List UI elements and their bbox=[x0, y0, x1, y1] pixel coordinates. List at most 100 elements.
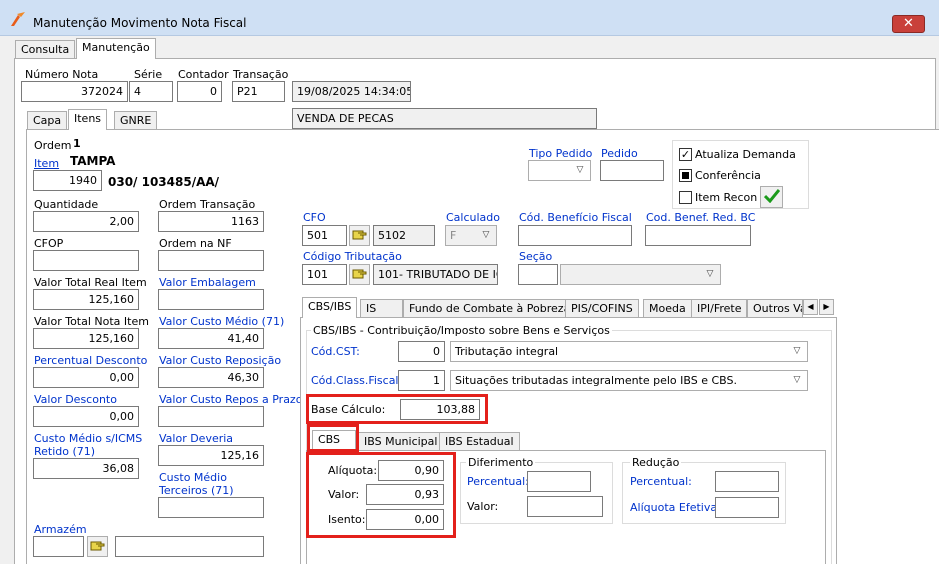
valor-custo-medio-field[interactable]: 41,40 bbox=[158, 328, 264, 349]
armazem-lookup-button[interactable] bbox=[87, 536, 108, 557]
cfo-label: CFO bbox=[303, 211, 326, 224]
close-button[interactable]: ✕ bbox=[892, 15, 925, 33]
atualiza-demanda-label: Atualiza Demanda bbox=[695, 148, 796, 161]
tab-consulta[interactable]: Consulta bbox=[15, 40, 76, 59]
ordem-transacao-label: Ordem Transação bbox=[159, 198, 256, 211]
cod-class-label: Cód.Class.Fiscal: bbox=[311, 374, 403, 387]
tab-is[interactable]: IS bbox=[360, 299, 403, 318]
serie-field[interactable]: 4 bbox=[129, 81, 173, 102]
hand-pointer-icon bbox=[90, 539, 105, 555]
valor-custo-reposicao-label: Valor Custo Reposição bbox=[159, 354, 282, 367]
chevron-down-icon: ▽ bbox=[482, 230, 490, 240]
cod-class-select[interactable]: Situações tributadas integralmente pelo … bbox=[450, 370, 808, 391]
valor-total-nota-label: Valor Total Nota Item bbox=[34, 315, 149, 328]
tipo-pedido-select[interactable]: ▽ bbox=[528, 160, 591, 181]
valor-custo-reposicao-field[interactable]: 46,30 bbox=[158, 367, 264, 388]
codigo-tributacao-label: Código Tributação bbox=[303, 250, 402, 263]
tab-pis-cofins[interactable]: PIS/COFINS bbox=[565, 299, 639, 318]
armazem-desc-field[interactable] bbox=[115, 536, 264, 557]
transacao-field[interactable]: P21 bbox=[232, 81, 285, 102]
dif-valor-field[interactable] bbox=[527, 496, 603, 517]
secao-field[interactable] bbox=[518, 264, 558, 285]
tab-manutencao[interactable]: Manutenção bbox=[76, 38, 156, 59]
quantidade-field[interactable]: 2,00 bbox=[33, 211, 139, 232]
ordem-nf-field[interactable] bbox=[158, 250, 264, 271]
custo-medio-terceiros-label-1: Custo Médio bbox=[159, 471, 227, 484]
chevron-right-icon: ▶ bbox=[823, 302, 830, 311]
red-percentual-field[interactable] bbox=[715, 471, 779, 492]
custo-medio-icms-label-1: Custo Médio s/ICMS bbox=[34, 432, 143, 445]
chevron-left-icon: ◀ bbox=[807, 302, 814, 311]
confirm-button[interactable] bbox=[760, 186, 783, 208]
ordem-value: 1 bbox=[73, 137, 81, 150]
calculado-select[interactable]: F ▽ bbox=[445, 225, 497, 246]
dif-valor-label: Valor: bbox=[467, 500, 499, 513]
cod-beneficio-label: Cód. Benefício Fiscal bbox=[519, 211, 632, 224]
title-bar: Manutenção Movimento Nota Fiscal ✕ bbox=[0, 0, 939, 36]
item-recon-checkbox[interactable] bbox=[679, 191, 692, 204]
tab-capa[interactable]: Capa bbox=[27, 111, 68, 130]
cod-cst-field[interactable]: 0 bbox=[398, 341, 445, 362]
tab-scroll-right-button[interactable]: ▶ bbox=[819, 299, 834, 315]
cbs-values-highlight bbox=[306, 452, 456, 538]
tab-outros-valores[interactable]: Outros Va bbox=[747, 299, 803, 318]
dif-percentual-field[interactable] bbox=[527, 471, 591, 492]
cod-class-field[interactable]: 1 bbox=[398, 370, 445, 391]
app-icon bbox=[9, 11, 27, 27]
conferencia-checkbox[interactable] bbox=[679, 169, 692, 182]
valor-total-real-label: Valor Total Real Item bbox=[34, 276, 147, 289]
tab-gnre[interactable]: GNRE bbox=[114, 111, 158, 130]
checkmark-icon bbox=[763, 188, 780, 206]
valor-desconto-field[interactable]: 0,00 bbox=[33, 406, 139, 427]
valor-desconto-label: Valor Desconto bbox=[34, 393, 117, 406]
cod-cst-label: Cód.CST: bbox=[311, 345, 360, 358]
armazem-label: Armazém bbox=[34, 523, 87, 536]
item-code-field[interactable]: 1940 bbox=[33, 170, 102, 191]
armazem-field[interactable] bbox=[33, 536, 84, 557]
tab-ibs-estadual[interactable]: IBS Estadual bbox=[439, 432, 520, 451]
codigo-tributacao-desc: 101- TRIBUTADO DE ICMS bbox=[373, 264, 498, 285]
custo-medio-icms-label-2: Retido (71) bbox=[34, 445, 96, 458]
tab-moeda[interactable]: Moeda bbox=[643, 299, 692, 318]
atualiza-demanda-checkbox[interactable]: ✓ bbox=[679, 148, 692, 161]
cod-cst-select[interactable]: Tributação integral ▽ bbox=[450, 341, 808, 362]
pedido-field[interactable] bbox=[600, 160, 664, 181]
valor-deveria-field[interactable]: 125,16 bbox=[158, 445, 264, 466]
item-link[interactable]: Item bbox=[34, 157, 59, 170]
dif-percentual-label: Percentual: bbox=[467, 475, 529, 488]
tab-fundo-combate-pobreza[interactable]: Fundo de Combate à Pobreza bbox=[403, 299, 577, 318]
tab-ipi-frete[interactable]: IPI/Frete bbox=[691, 299, 748, 318]
cfo-lookup-button[interactable] bbox=[349, 225, 370, 246]
tab-itens[interactable]: Itens bbox=[68, 109, 108, 130]
reducao-title: Redução bbox=[630, 456, 682, 469]
item-ref: 030/ 103485/AA/ bbox=[108, 175, 220, 189]
custo-medio-terceiros-field[interactable] bbox=[158, 497, 264, 518]
quantidade-label: Quantidade bbox=[34, 198, 99, 211]
red-aliquota-field[interactable] bbox=[715, 497, 779, 518]
tributacao-lookup-button[interactable] bbox=[349, 264, 370, 285]
codigo-tributacao-field[interactable]: 101 bbox=[302, 264, 347, 285]
cfo-field[interactable]: 501 bbox=[302, 225, 347, 246]
tab-ibs-municipal[interactable]: IBS Municipal bbox=[358, 432, 444, 451]
secao-select[interactable]: ▽ bbox=[560, 264, 721, 285]
tab-cbs-ibs[interactable]: CBS/IBS bbox=[302, 297, 358, 318]
percentual-desconto-label: Percentual Desconto bbox=[34, 354, 148, 367]
ordem-transacao-field[interactable]: 1163 bbox=[158, 211, 264, 232]
valor-total-nota-field[interactable]: 125,160 bbox=[33, 328, 139, 349]
numero-nota-field[interactable]: 372024 bbox=[21, 81, 128, 102]
contador-field[interactable]: 0 bbox=[177, 81, 222, 102]
cod-benef-red-field[interactable] bbox=[645, 225, 751, 246]
cod-beneficio-field[interactable] bbox=[518, 225, 632, 246]
custo-medio-icms-field[interactable]: 36,08 bbox=[33, 458, 139, 479]
valor-custo-repos-prazo-label: Valor Custo Repos a Prazo bbox=[159, 393, 303, 406]
cfop-field[interactable] bbox=[33, 250, 139, 271]
cbs-tab-highlight bbox=[307, 424, 359, 452]
base-calculo-highlight bbox=[306, 394, 488, 424]
valor-total-real-field[interactable]: 125,160 bbox=[33, 289, 139, 310]
numero-nota-label: Número Nota bbox=[25, 68, 99, 81]
tab-scroll-left-button[interactable]: ◀ bbox=[803, 299, 818, 315]
valor-embalagem-field[interactable] bbox=[158, 289, 264, 310]
valor-custo-repos-prazo-field[interactable] bbox=[158, 406, 264, 427]
percentual-desconto-field[interactable]: 0,00 bbox=[33, 367, 139, 388]
datetime-field: 19/08/2025 14:34:05 bbox=[292, 81, 411, 102]
